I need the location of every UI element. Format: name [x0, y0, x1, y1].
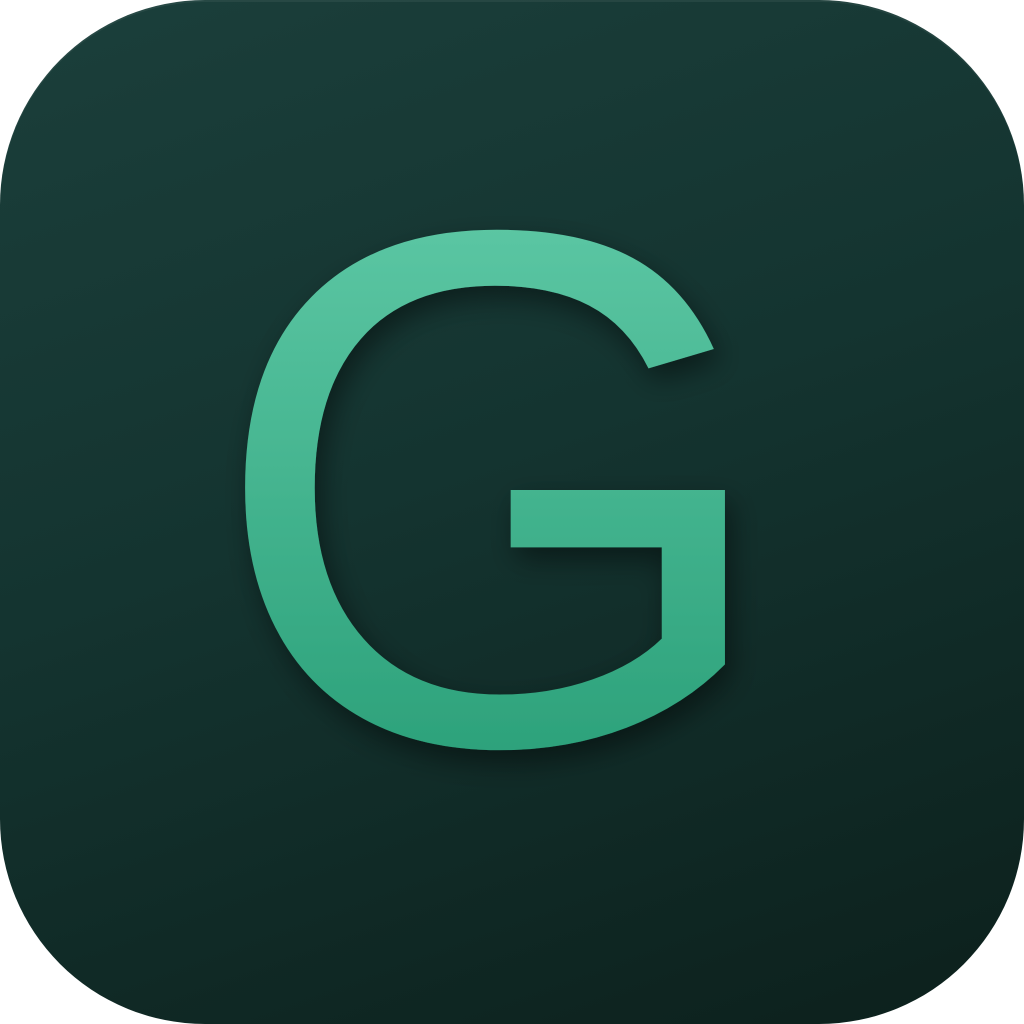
- app-icon[interactable]: G: [0, 0, 1024, 1024]
- app-initial: G: [208, 78, 780, 899]
- letter-g-glyph: G: [208, 78, 780, 899]
